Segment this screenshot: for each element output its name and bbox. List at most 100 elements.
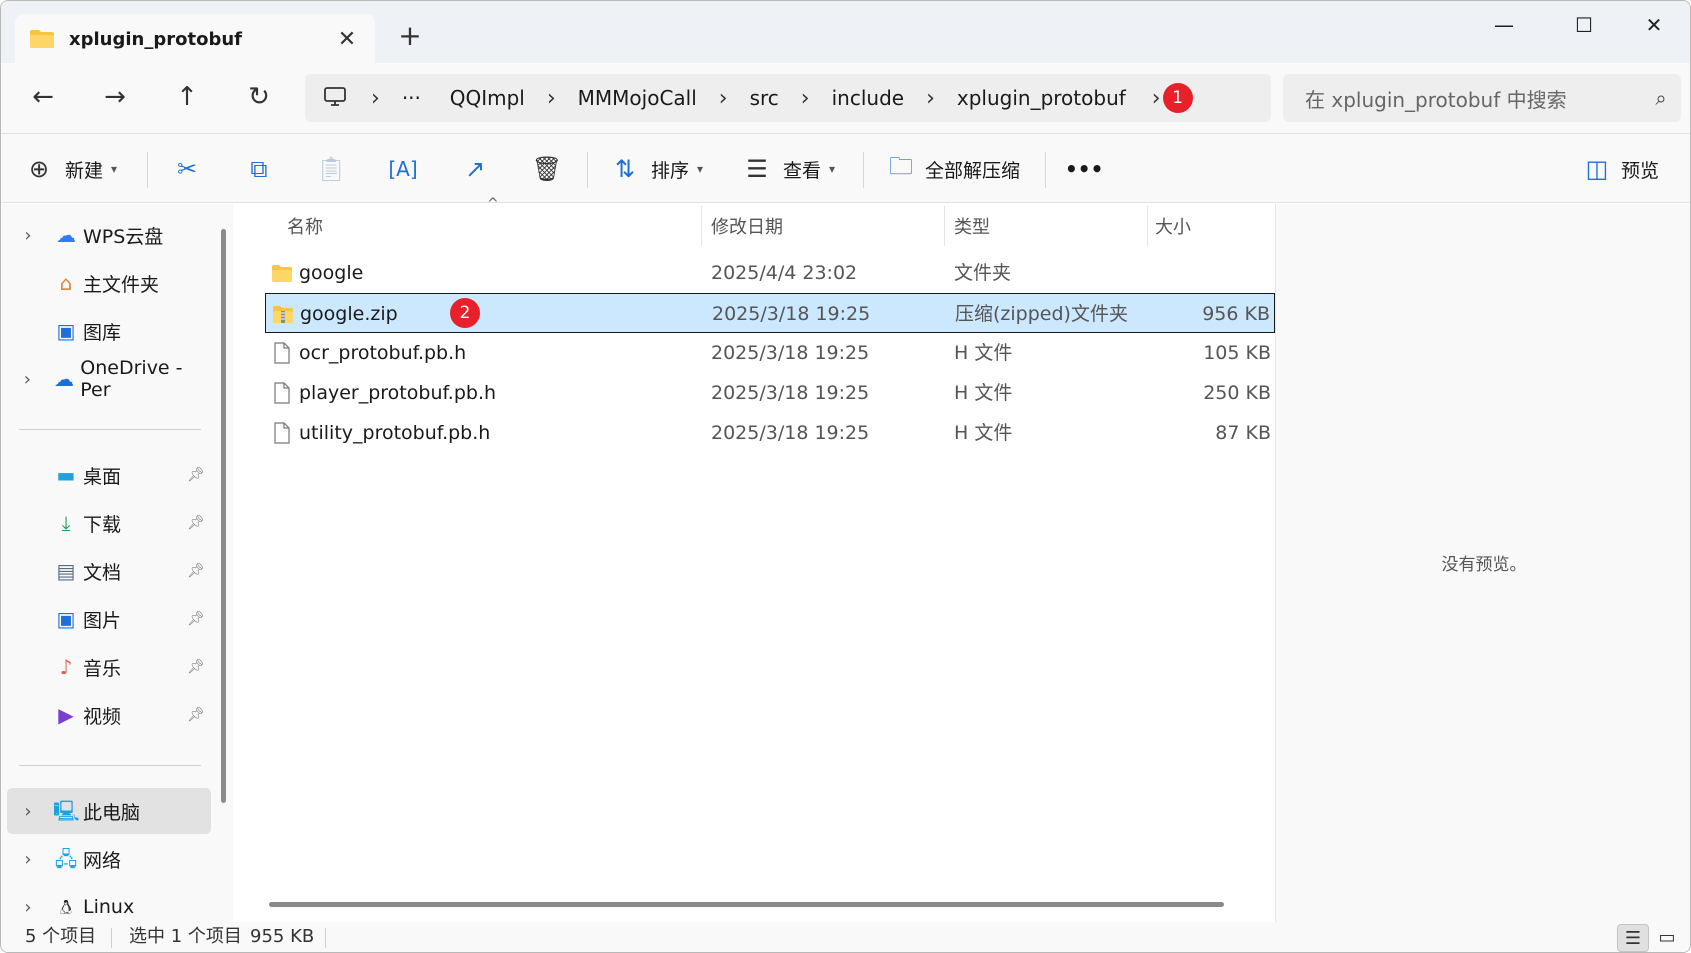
new-button[interactable]: ⊕ 新建 ▾: [23, 147, 117, 191]
sidebar-item-pictures[interactable]: ▣ 图片 📌︎: [7, 596, 211, 642]
column-divider[interactable]: [701, 206, 702, 246]
forward-button[interactable]: →: [95, 79, 135, 115]
sidebar-scrollbar[interactable]: [221, 229, 226, 803]
breadcrumb-separator[interactable]: ›: [371, 86, 380, 111]
breadcrumb-separator[interactable]: ›: [547, 86, 556, 111]
breadcrumb-qqimpl[interactable]: QQImpl: [450, 86, 525, 110]
back-button[interactable]: ←: [23, 79, 63, 115]
sidebar-item-label: 图库: [83, 321, 122, 344]
navigation-pane: › ☁ WPS云盘 ⌂ 主文件夹 ▣ 图库 › ☁ OneDrive - Per…: [1, 204, 233, 922]
column-header-name[interactable]: 名称: [287, 211, 323, 245]
sidebar-item-wps-cloud[interactable]: › ☁ WPS云盘: [7, 212, 211, 258]
sidebar-item-music[interactable]: ♪ 音乐 📌︎: [7, 644, 211, 690]
breadcrumb-separator[interactable]: ›: [719, 86, 728, 111]
file-row[interactable]: ocr_protobuf.pb.h 2025/3/18 19:25 H 文件 1…: [265, 333, 1275, 373]
up-button[interactable]: ↑: [167, 79, 207, 115]
column-divider[interactable]: [1147, 206, 1148, 246]
pin-icon[interactable]: 📌︎: [187, 707, 205, 723]
extract-all-button[interactable]: 🗀︎ 全部解压缩: [885, 147, 1020, 191]
rename-button[interactable]: [A]: [387, 147, 419, 191]
details-view-button[interactable]: ☰: [1617, 924, 1649, 952]
sidebar-item-label: 视频: [83, 705, 122, 728]
status-bar: 5 个项目 选中 1 个项目 955 KB ☰ ▭: [1, 922, 1690, 952]
pin-icon[interactable]: 📌︎: [187, 659, 205, 675]
sidebar-item-label: 主文件夹: [83, 273, 160, 296]
file-row[interactable]: utility_protobuf.pb.h 2025/3/18 19:25 H …: [265, 413, 1275, 453]
minimize-button[interactable]: —: [1469, 7, 1539, 43]
tab-close-icon[interactable]: ✕: [327, 27, 367, 52]
chevron-right-icon[interactable]: ›: [17, 369, 38, 390]
toolbar-divider: [147, 152, 148, 188]
file-row[interactable]: google 2025/4/4 23:02 文件夹: [265, 253, 1275, 293]
close-window-button[interactable]: ✕: [1619, 7, 1689, 43]
no-preview-message: 没有预览。: [1441, 555, 1527, 575]
horizontal-scrollbar[interactable]: [269, 902, 1224, 907]
sidebar-item-documents[interactable]: ▤ 文档 📌︎: [7, 548, 211, 594]
address-bar[interactable]: › ··· › QQImpl › MMMojoCall › src › incl…: [305, 74, 1271, 122]
annotation-badge: 2: [450, 298, 480, 328]
sidebar-item-onedrive[interactable]: › ☁ OneDrive - Per: [7, 356, 211, 402]
selection-size: 955 KB: [250, 926, 315, 947]
paste-button[interactable]: 📋︎: [315, 147, 347, 191]
chevron-down-icon: ▾: [697, 162, 704, 176]
breadcrumb-mmmojocall[interactable]: MMMojoCall: [578, 86, 697, 110]
refresh-button[interactable]: ↻: [239, 79, 279, 115]
column-header-size[interactable]: 大小: [1155, 211, 1191, 245]
tab-xplugin-protobuf[interactable]: xplugin_protobuf ✕: [15, 14, 375, 64]
sidebar-item-videos[interactable]: ▶ 视频 📌︎: [7, 692, 211, 738]
new-tab-button[interactable]: +: [393, 19, 427, 53]
search-icon[interactable]: ⌕: [1641, 86, 1681, 110]
chevron-right-icon[interactable]: ›: [17, 897, 39, 918]
sidebar-item-gallery[interactable]: ▣ 图库: [7, 308, 211, 354]
cloud-icon: ☁: [56, 223, 76, 247]
file-row[interactable]: player_protobuf.pb.h 2025/3/18 19:25 H 文…: [265, 373, 1275, 413]
column-header-date[interactable]: 修改日期: [711, 211, 783, 245]
maximize-button[interactable]: ☐: [1549, 7, 1619, 43]
delete-button[interactable]: 🗑︎: [531, 147, 563, 191]
sidebar-item-label: 音乐: [83, 657, 122, 680]
pin-icon[interactable]: 📌︎: [187, 611, 205, 627]
breadcrumb-overflow[interactable]: ···: [402, 86, 421, 110]
breadcrumb-separator[interactable]: ›: [926, 86, 935, 111]
column-header-type[interactable]: 类型: [954, 211, 990, 245]
breadcrumb-separator[interactable]: ›: [1152, 86, 1161, 111]
sidebar-item-label: 图片: [83, 609, 122, 632]
file-type: H 文件: [954, 342, 1013, 364]
search-box[interactable]: 在 xplugin_protobuf 中搜索 ⌕: [1283, 74, 1681, 122]
breadcrumb-separator[interactable]: ›: [801, 86, 810, 111]
pin-icon[interactable]: 📌︎: [187, 515, 205, 531]
selection-count: 选中 1 个项目: [129, 926, 242, 947]
search-input[interactable]: 在 xplugin_protobuf 中搜索: [1305, 84, 1641, 113]
preview-pane-button[interactable]: ◫ 预览: [1581, 147, 1659, 191]
sidebar-item-home[interactable]: ⌂ 主文件夹: [7, 260, 211, 306]
cut-button[interactable]: ✂: [171, 147, 203, 191]
column-divider[interactable]: [944, 206, 945, 246]
file-row-selected[interactable]: google.zip 2 2025/3/18 19:25 压缩(zipped)文…: [265, 293, 1275, 333]
chevron-right-icon[interactable]: ›: [17, 849, 39, 870]
view-button[interactable]: ☰ 查看 ▾: [741, 147, 835, 191]
share-button[interactable]: ↗: [459, 147, 491, 191]
breadcrumb-xplugin-protobuf[interactable]: xplugin_protobuf: [957, 86, 1126, 110]
sidebar-item-network[interactable]: › 🖧︎ 网络: [7, 836, 211, 882]
preview-pane: 没有预览。: [1275, 204, 1690, 922]
more-options-button[interactable]: •••: [1065, 147, 1103, 191]
sidebar-item-desktop[interactable]: ▬ 桌面 📌︎: [7, 452, 211, 498]
copy-button[interactable]: ⧉: [243, 147, 275, 191]
tiles-view-button[interactable]: ▭: [1651, 924, 1683, 952]
pin-icon[interactable]: 📌︎: [187, 563, 205, 579]
file-date: 2025/3/18 19:25: [711, 422, 870, 444]
file-type: H 文件: [954, 382, 1013, 404]
sidebar-item-this-pc[interactable]: › 🖳︎ 此电脑: [7, 788, 211, 834]
file-icon: [271, 422, 293, 444]
chevron-right-icon[interactable]: ›: [17, 225, 39, 246]
chevron-right-icon[interactable]: ›: [17, 801, 39, 822]
file-size: 250 KB: [1203, 382, 1271, 404]
pin-icon[interactable]: 📌︎: [187, 467, 205, 483]
sort-button[interactable]: ⇅ 排序 ▾: [609, 147, 703, 191]
breadcrumb-include[interactable]: include: [832, 86, 904, 110]
sidebar-item-label: WPS云盘: [83, 225, 164, 248]
item-count: 5 个项目: [25, 926, 97, 947]
this-pc-icon[interactable]: [323, 86, 349, 110]
breadcrumb-src[interactable]: src: [750, 86, 779, 110]
sidebar-item-downloads[interactable]: ⤓ 下载 📌︎: [7, 500, 211, 546]
